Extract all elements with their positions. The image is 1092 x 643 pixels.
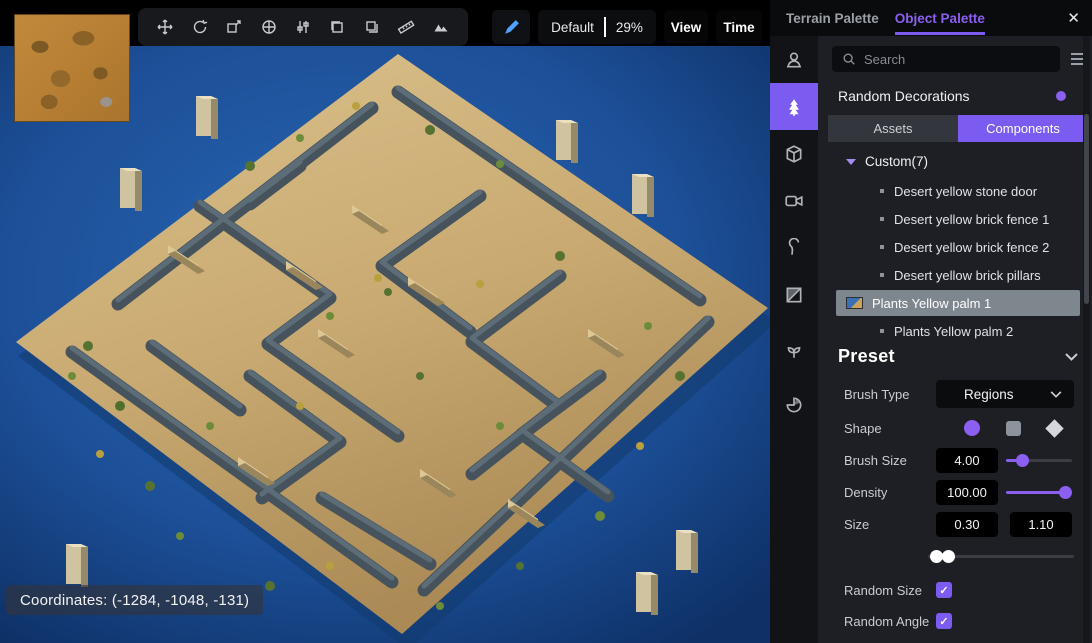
brush-type-dropdown[interactable]: Regions	[936, 380, 1074, 408]
tree-item-label: Plants Yellow palm 1	[872, 295, 992, 311]
category-vegetation[interactable]	[770, 83, 818, 130]
brush-size-label: Brush Size	[844, 452, 907, 468]
component-tree: Custom(7) Desert yellow stone door Deser…	[818, 148, 1092, 345]
subtab-components[interactable]: Components	[958, 115, 1088, 142]
time-button[interactable]: Time	[716, 10, 762, 44]
stamp-icon[interactable]	[221, 14, 247, 40]
random-toggle-dot[interactable]	[1056, 91, 1066, 101]
tree-item-label: Plants Yellow palm 2	[894, 323, 1014, 339]
palette-header: Terrain Palette Object Palette ✕	[770, 0, 1092, 36]
size-range-slider[interactable]	[928, 542, 1074, 570]
item-bullet-icon	[880, 217, 884, 221]
rotate-icon[interactable]	[187, 14, 213, 40]
terrain-paint-icon[interactable]	[428, 14, 454, 40]
orbit-icon[interactable]	[256, 14, 282, 40]
random-angle-label: Random Angle	[844, 613, 930, 629]
density-slider[interactable]	[1006, 478, 1072, 506]
tree-item[interactable]: Desert yellow stone door	[818, 177, 1092, 205]
scene-render[interactable]	[0, 46, 770, 643]
category-audio[interactable]	[770, 381, 818, 428]
ruler-icon[interactable]	[393, 14, 419, 40]
tree-item-selected[interactable]: Plants Yellow palm 1	[836, 290, 1080, 316]
tree-group-label: Custom(7)	[865, 154, 929, 169]
density-label: Density	[844, 484, 888, 500]
shape-label: Shape	[844, 420, 882, 436]
tree-item-label: Desert yellow stone door	[894, 183, 1038, 199]
scrollbar-thumb[interactable]	[1084, 114, 1089, 304]
sliders-icon[interactable]	[290, 14, 316, 40]
size-max-value[interactable]: 1.10	[1010, 511, 1072, 537]
category-effects[interactable]	[770, 326, 818, 373]
preset-section-title: Preset	[838, 346, 895, 366]
close-icon[interactable]: ✕	[1067, 9, 1080, 27]
category-camera[interactable]	[770, 177, 818, 224]
random-angle-checkbox[interactable]	[936, 613, 952, 629]
brush-type-label: Brush Type	[844, 386, 910, 402]
zoom-level-value[interactable]: 29%	[606, 20, 653, 35]
item-bullet-icon	[880, 245, 884, 249]
tree-group-custom[interactable]: Custom(7)	[818, 148, 1092, 177]
range-knob-max[interactable]	[942, 550, 955, 563]
density-value[interactable]: 100.00	[936, 479, 998, 505]
section-title: Random Decorations	[838, 88, 970, 104]
item-bullet-icon	[880, 329, 884, 333]
item-thumbnail	[846, 297, 863, 309]
category-props[interactable]	[770, 130, 818, 177]
copy-icon[interactable]	[324, 14, 350, 40]
tab-object-palette[interactable]: Object Palette	[894, 2, 985, 35]
size-min-value[interactable]: 0.30	[936, 511, 998, 537]
category-paths[interactable]	[770, 224, 818, 271]
chevron-down-icon	[1050, 390, 1062, 398]
palette-content: Search Random Decorations Assets Compone…	[818, 36, 1092, 643]
collapse-triangle-icon	[846, 158, 856, 165]
category-icon-strip	[770, 36, 818, 643]
tab-terrain-palette[interactable]: Terrain Palette	[786, 2, 879, 35]
search-input[interactable]: Search	[832, 46, 1060, 72]
tree-item-label: Desert yellow brick fence 2	[894, 239, 1050, 255]
random-size-label: Random Size	[844, 582, 923, 598]
tree-item[interactable]: Desert yellow brick fence 2	[818, 233, 1092, 261]
shape-square-option[interactable]	[1006, 420, 1021, 436]
category-tiles[interactable]	[770, 271, 818, 318]
brush-tool-button[interactable]	[492, 10, 530, 44]
brush-type-value: Regions	[964, 386, 1014, 402]
coordinates-readout: Coordinates: (-1284, -1048, -131)	[6, 585, 264, 615]
tree-item[interactable]: Plants Yellow palm 2	[818, 317, 1092, 345]
duplicate-icon[interactable]	[359, 14, 385, 40]
subtab-assets[interactable]: Assets	[828, 115, 958, 142]
search-placeholder: Search	[864, 51, 906, 67]
chevron-down-icon[interactable]	[1065, 348, 1078, 366]
object-palette-panel: Terrain Palette Object Palette ✕ Search …	[770, 0, 1092, 643]
category-characters[interactable]	[770, 36, 818, 83]
shape-diamond-option[interactable]	[1045, 418, 1064, 438]
tree-item[interactable]: Desert yellow brick fence 1	[818, 205, 1092, 233]
3d-viewport[interactable]: Default 29% View Time Coordinates: (-128…	[0, 0, 770, 643]
tree-item[interactable]: Desert yellow brick pillars	[818, 261, 1092, 289]
move-icon[interactable]	[152, 14, 178, 40]
search-icon	[843, 53, 855, 65]
size-label: Size	[844, 516, 870, 532]
brush-size-value[interactable]: 4.00	[936, 447, 998, 473]
panel-scrollbar[interactable]	[1083, 36, 1090, 643]
shape-circle-option[interactable]	[964, 420, 980, 436]
tree-item-label: Desert yellow brick fence 1	[894, 211, 1050, 227]
render-mode-value[interactable]: Default	[541, 20, 604, 35]
item-bullet-icon	[880, 273, 884, 277]
item-bullet-icon	[880, 189, 884, 193]
view-button[interactable]: View	[664, 10, 708, 44]
brush-size-slider[interactable]	[1006, 446, 1072, 474]
random-size-checkbox[interactable]	[936, 582, 952, 598]
viewport-toolbar	[138, 8, 468, 46]
minimap[interactable]	[14, 14, 130, 122]
editor-window: Default 29% View Time Coordinates: (-128…	[0, 0, 1092, 643]
tree-item-label: Desert yellow brick pillars	[894, 267, 1041, 283]
render-mode-group[interactable]: Default 29%	[538, 10, 656, 44]
